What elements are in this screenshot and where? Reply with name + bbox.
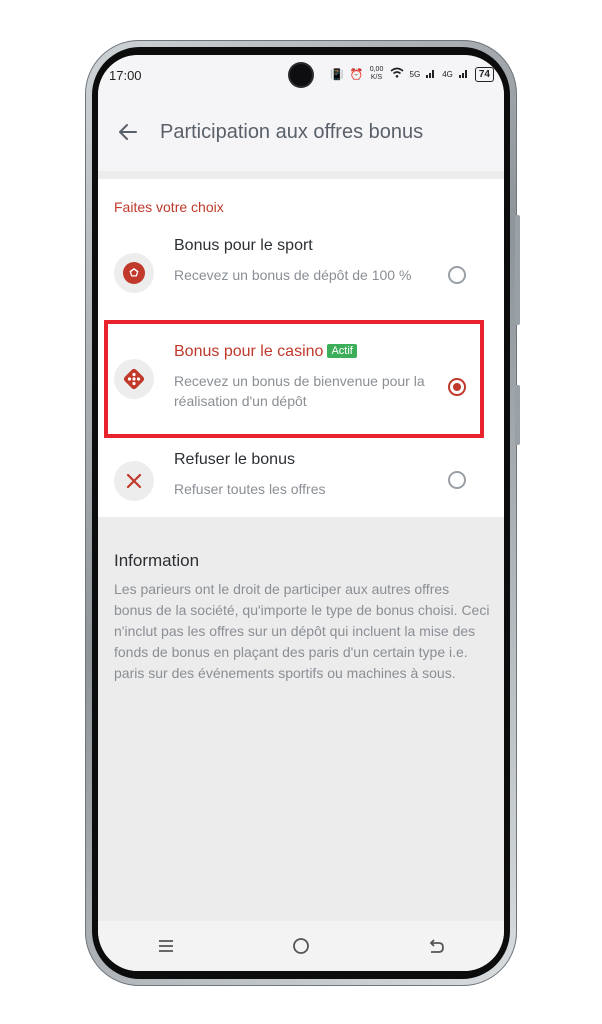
option-description: Refuser toutes les offres: [174, 481, 326, 497]
information-title: Information: [114, 551, 200, 570]
option-title: Bonus pour le sport: [174, 237, 313, 254]
information-text: Les parieurs ont le droit de participer …: [114, 581, 490, 681]
vibrate-icon: 📳: [330, 68, 344, 81]
radio-sport[interactable]: [448, 266, 466, 284]
power-button: [515, 385, 520, 445]
status-icons: 📳 ⏰ 0,00 K/S 5G 4G 74: [330, 66, 494, 82]
screen: 17:00 📳 ⏰ 0,00 K/S 5G 4G 74 Participatio…: [98, 55, 504, 971]
section-label: Faites votre choix: [114, 199, 224, 215]
option-title: Bonus pour le casino: [174, 343, 324, 360]
signal-4g: 4G: [442, 69, 453, 79]
home-icon[interactable]: [281, 931, 321, 961]
active-badge: Actif: [327, 344, 357, 358]
app-bar: Participation aux offres bonus: [98, 97, 504, 171]
close-icon: [114, 461, 154, 501]
option-title: Refuser le bonus: [174, 451, 295, 468]
alarm-icon: ⏰: [349, 68, 364, 81]
dice-icon: [114, 359, 154, 399]
wifi-icon: [390, 67, 404, 81]
information-section: Information Les parieurs ont le droit de…: [114, 551, 490, 684]
option-refuse-bonus[interactable]: Refuser le bonus Refuser toutes les offr…: [98, 449, 504, 513]
option-title-casino: Bonus pour le casino Actif: [174, 343, 357, 361]
signal-bars-icon: [426, 68, 436, 81]
battery-indicator: 74: [474, 66, 494, 82]
volume-button: [515, 215, 520, 325]
option-sport-bonus[interactable]: Bonus pour le sport Recevez un bonus de …: [98, 235, 504, 325]
option-description: Recevez un bonus de dépôt de 100 %: [174, 267, 412, 283]
option-casino-bonus[interactable]: Bonus pour le casino Actif Recevez un bon…: [98, 341, 504, 441]
soccer-ball-icon: [114, 253, 154, 293]
back-nav-icon[interactable]: [416, 931, 456, 961]
radio-refuse[interactable]: [448, 471, 466, 489]
header-divider: [98, 171, 504, 179]
signal-5g: 5G: [409, 69, 421, 79]
status-time: 17:00: [109, 68, 142, 83]
system-nav-bar: [98, 921, 504, 971]
option-description: Recevez un bonus de bienvenue pour la ré…: [174, 373, 425, 409]
page-title: Participation aux offres bonus: [160, 121, 424, 143]
network-speed: 0,00 K/S: [369, 66, 384, 81]
back-arrow-icon[interactable]: [116, 120, 140, 144]
menu-icon[interactable]: [146, 931, 186, 961]
front-camera: [290, 64, 312, 86]
status-bar: 17:00 📳 ⏰ 0,00 K/S 5G 4G 74: [98, 55, 504, 97]
bonus-choices-card: Faites votre choix Bonus pour le sport R…: [98, 179, 504, 517]
radio-casino[interactable]: [448, 378, 466, 396]
signal-bars-icon-2: [458, 68, 469, 81]
